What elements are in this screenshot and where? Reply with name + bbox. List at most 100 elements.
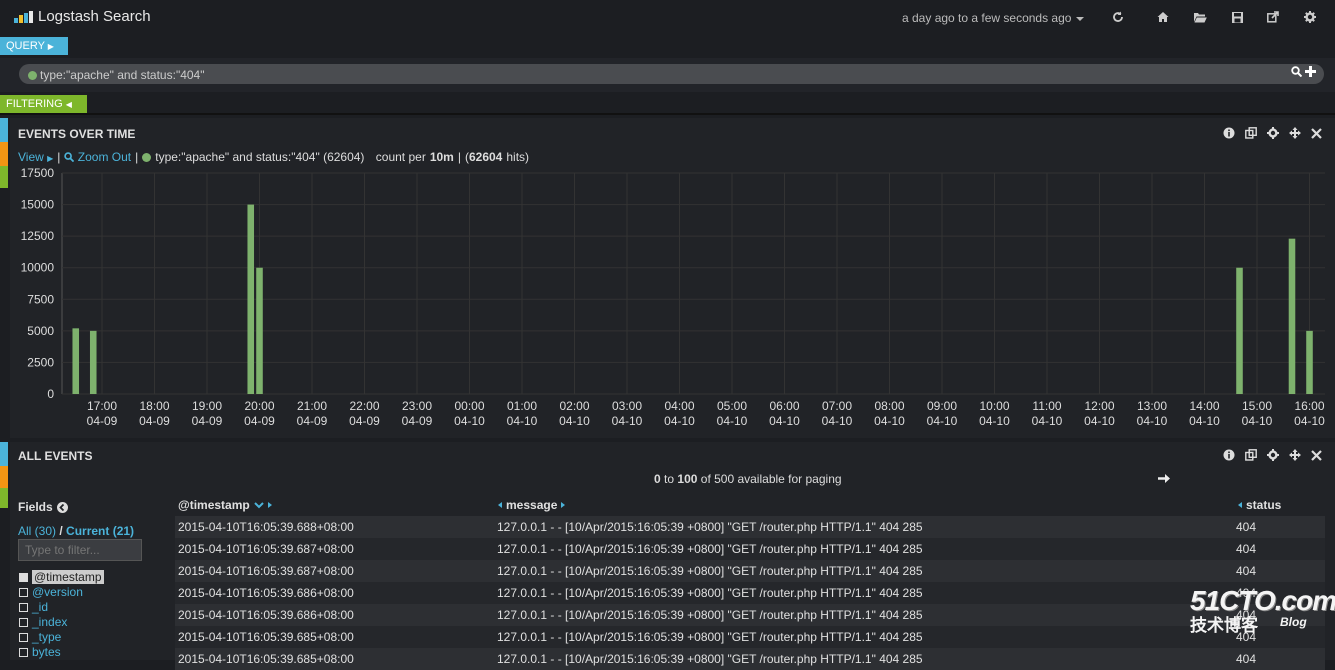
y-tick-label: 0	[47, 387, 54, 401]
x-tick-label: 00:00	[454, 399, 484, 413]
message-cell: 127.0.0.1 - - [10/Apr/2015:16:05:39 +080…	[497, 586, 923, 600]
move-column-right-icon[interactable]	[561, 502, 566, 508]
histogram-bar	[1288, 238, 1296, 394]
x-tick-date-label: 04-10	[1294, 414, 1325, 428]
x-tick-label: 11:00	[1032, 399, 1061, 413]
x-tick-date-label: 04-09	[349, 414, 380, 428]
fields-tabs: All (30) / Current (21)	[18, 524, 135, 538]
fields-all-tab[interactable]: All (30)	[18, 524, 56, 538]
status-cell: 404	[1236, 652, 1257, 666]
paging-info: 0 to 100 of 500 available for paging	[654, 472, 842, 486]
row-collapse-tab-green[interactable]	[0, 488, 8, 508]
column-header-timestamp[interactable]: @timestamp	[178, 498, 272, 512]
table-row[interactable]: 2015-04-10T16:05:39.688+08:00 127.0.0.1 -…	[175, 516, 1325, 538]
field-name[interactable]: _id	[32, 600, 48, 614]
row-collapse-tab-blue[interactable]	[0, 442, 8, 466]
close-icon[interactable]	[1311, 449, 1322, 461]
x-tick-date-label: 04-10	[1032, 414, 1063, 428]
x-tick-date-label: 04-10	[769, 414, 800, 428]
timestamp-cell: 2015-04-10T16:05:39.686+08:00	[178, 586, 354, 600]
arrow-right-icon[interactable]	[1158, 473, 1170, 484]
table-row[interactable]: 2015-04-10T16:05:39.685+08:00 127.0.0.1 -…	[175, 648, 1325, 670]
x-tick-date-label: 04-10	[1137, 414, 1168, 428]
field-item[interactable]: _index	[19, 615, 67, 629]
events-histogram-chart[interactable]: 02500500075001000012500150001750017:0004…	[0, 0, 1335, 440]
info-icon[interactable]	[1223, 449, 1235, 461]
x-tick-date-label: 04-09	[192, 414, 223, 428]
field-name[interactable]: _index	[32, 615, 67, 629]
x-tick-label: 07:00	[822, 399, 852, 413]
y-tick-label: 7500	[27, 292, 54, 306]
y-tick-label: 10000	[21, 261, 55, 275]
timestamp-cell: 2015-04-10T16:05:39.687+08:00	[178, 542, 354, 556]
move-column-right-icon[interactable]	[267, 502, 272, 508]
histogram-bar	[247, 204, 255, 394]
table-row[interactable]: 2015-04-10T16:05:39.686+08:00 127.0.0.1 -…	[175, 604, 1325, 626]
y-tick-label: 15000	[21, 198, 55, 212]
x-tick-label: 13:00	[1137, 399, 1167, 413]
timestamp-cell: 2015-04-10T16:05:39.688+08:00	[178, 520, 354, 534]
checkbox-icon[interactable]	[19, 587, 28, 597]
field-filter-input[interactable]	[18, 539, 142, 561]
field-name[interactable]: @timestamp	[32, 570, 104, 584]
panel-title: ALL EVENTS	[18, 449, 93, 463]
checkbox-icon[interactable]	[19, 647, 28, 657]
x-tick-label: 03:00	[612, 399, 642, 413]
status-cell: 404	[1236, 564, 1257, 578]
timestamp-cell: 2015-04-10T16:05:39.685+08:00	[178, 630, 354, 644]
x-tick-label: 19:00	[192, 399, 222, 413]
checkbox-icon[interactable]	[19, 632, 28, 642]
column-header-status[interactable]: status	[1238, 498, 1281, 512]
move-column-left-icon[interactable]	[1238, 502, 1242, 508]
x-tick-label: 14:00	[1189, 399, 1219, 413]
field-item[interactable]: _type	[19, 630, 61, 644]
field-item[interactable]: _id	[19, 600, 48, 614]
x-tick-date-label: 04-10	[664, 414, 695, 428]
timestamp-cell: 2015-04-10T16:05:39.687+08:00	[178, 564, 354, 578]
x-tick-date-label: 04-10	[1084, 414, 1115, 428]
events-panel-actions	[1223, 449, 1322, 461]
message-cell: 127.0.0.1 - - [10/Apr/2015:16:05:39 +080…	[497, 564, 923, 578]
gear-icon[interactable]	[1267, 449, 1279, 461]
move-column-left-icon[interactable]	[498, 502, 502, 508]
field-name[interactable]: @version	[32, 585, 83, 599]
watermark: 51CTO.com 技术博客 Blog	[1190, 585, 1335, 636]
status-cell: 404	[1236, 520, 1257, 534]
table-row[interactable]: 2015-04-10T16:05:39.687+08:00 127.0.0.1 -…	[175, 560, 1325, 582]
histogram-bar	[72, 328, 80, 394]
x-tick-date-label: 04-10	[927, 414, 958, 428]
fields-current-tab[interactable]: Current (21)	[66, 524, 134, 538]
field-item[interactable]: @timestamp	[19, 570, 104, 584]
histogram-bar	[1236, 267, 1243, 394]
message-cell: 127.0.0.1 - - [10/Apr/2015:16:05:39 +080…	[497, 652, 923, 666]
x-tick-label: 05:00	[717, 399, 747, 413]
x-tick-date-label: 04-09	[87, 414, 118, 428]
x-tick-label: 01:00	[507, 399, 537, 413]
x-tick-date-label: 04-09	[139, 414, 170, 428]
field-item[interactable]: @version	[19, 585, 83, 599]
checkbox-checked-icon[interactable]	[19, 572, 28, 582]
y-tick-label: 5000	[27, 324, 54, 338]
move-icon[interactable]	[1289, 449, 1301, 461]
checkbox-icon[interactable]	[19, 617, 28, 627]
chevron-left-circle-icon[interactable]	[56, 501, 68, 513]
x-tick-date-label: 04-10	[454, 414, 485, 428]
field-name[interactable]: bytes	[32, 645, 61, 659]
x-tick-date-label: 04-09	[297, 414, 328, 428]
field-item[interactable]: bytes	[19, 645, 61, 659]
table-row[interactable]: 2015-04-10T16:05:39.685+08:00 127.0.0.1 -…	[175, 626, 1325, 648]
x-tick-label: 02:00	[559, 399, 589, 413]
table-row[interactable]: 2015-04-10T16:05:39.687+08:00 127.0.0.1 -…	[175, 538, 1325, 560]
checkbox-icon[interactable]	[19, 602, 28, 612]
x-tick-label: 21:00	[297, 399, 327, 413]
table-row[interactable]: 2015-04-10T16:05:39.686+08:00 127.0.0.1 -…	[175, 582, 1325, 604]
x-tick-label: 08:00	[874, 399, 904, 413]
row-collapse-tab-orange[interactable]	[0, 466, 8, 488]
column-header-message[interactable]: message	[498, 498, 566, 512]
y-tick-label: 2500	[27, 355, 54, 369]
message-cell: 127.0.0.1 - - [10/Apr/2015:16:05:39 +080…	[497, 520, 923, 534]
field-name[interactable]: _type	[32, 630, 61, 644]
x-tick-label: 22:00	[349, 399, 379, 413]
duplicate-icon[interactable]	[1245, 449, 1257, 461]
chevron-down-icon[interactable]	[254, 501, 264, 509]
